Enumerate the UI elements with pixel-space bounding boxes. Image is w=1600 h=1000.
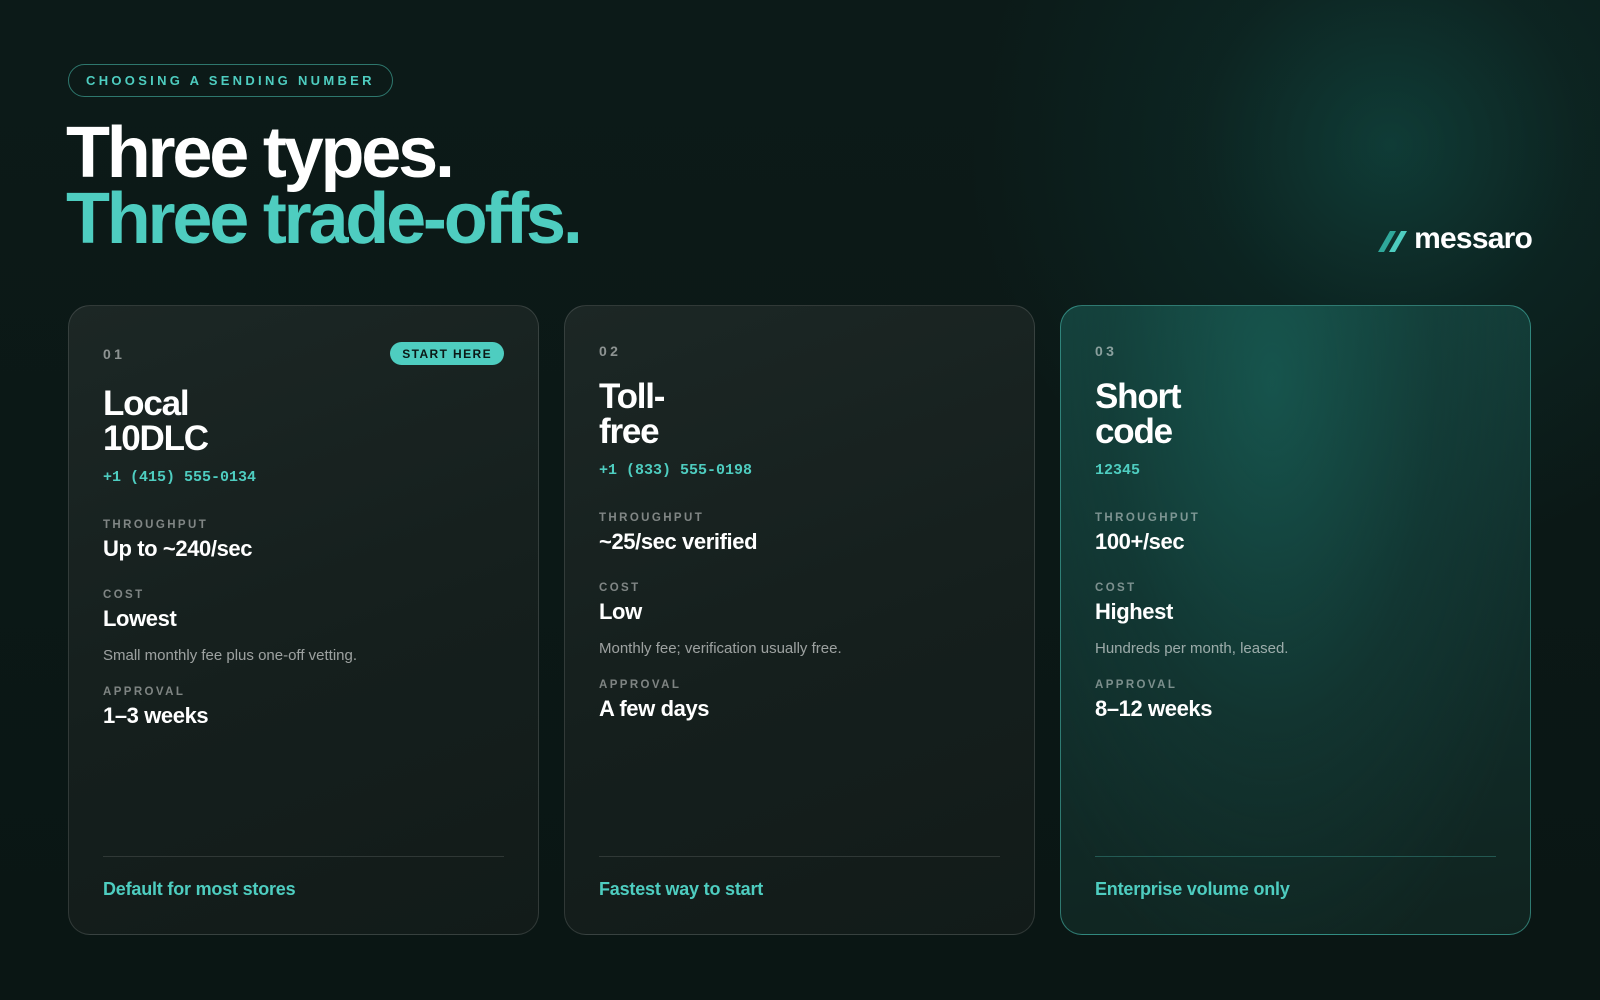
messaro-logo-icon <box>1378 231 1408 252</box>
approval-label: APPROVAL <box>1095 679 1178 691</box>
card-title-line-1: Local <box>103 384 190 423</box>
card-number: 01 <box>103 346 126 362</box>
card-number: 03 <box>1095 343 1118 359</box>
card-title-line-2: 10DLC <box>103 419 209 458</box>
brand-name: messaro <box>1414 222 1533 255</box>
approval-label: APPROVAL <box>103 686 186 698</box>
card-footer: Default for most stores <box>103 879 296 899</box>
card-divider <box>103 856 504 857</box>
cost-value: Lowest <box>103 606 177 631</box>
card-title-line-1: Toll- <box>599 377 665 416</box>
card-title-line-1: Short <box>1095 377 1182 416</box>
cost-note: Hundreds per month, leased. <box>1095 640 1289 657</box>
card-divider <box>599 856 1000 857</box>
throughput-label: THROUGHPUT <box>103 519 209 531</box>
card-footer: Enterprise volume only <box>1095 879 1290 899</box>
cost-note: Small monthly fee plus one-off vetting. <box>103 647 358 664</box>
card-phone-number: 12345 <box>1095 462 1141 479</box>
headline-line-1: Three types. <box>66 113 455 193</box>
throughput-value: ~25/sec verified <box>599 529 758 554</box>
card-title: Toll- free <box>599 377 665 451</box>
cost-value: Highest <box>1095 599 1173 624</box>
card-phone-number: +1 (833) 555-0198 <box>599 462 753 479</box>
card-number: 02 <box>599 343 622 359</box>
card-title: Local 10DLC <box>103 384 209 458</box>
card-short-code: 03 Short code 12345 THROUGHPUT 100+/sec … <box>1060 305 1531 935</box>
throughput-label: THROUGHPUT <box>1095 512 1201 524</box>
brand-logo: messaro <box>1378 222 1533 256</box>
card-title-line-2: free <box>599 412 660 451</box>
card-title-line-2: code <box>1095 412 1173 451</box>
approval-value: 1–3 weeks <box>103 703 209 728</box>
card-local-10dlc: 01 START HERE Local 10DLC +1 (415) 555-0… <box>68 305 539 935</box>
throughput-value: 100+/sec <box>1095 529 1185 554</box>
approval-value: 8–12 weeks <box>1095 696 1213 721</box>
approval-label: APPROVAL <box>599 679 682 691</box>
approval-value: A few days <box>599 696 710 721</box>
card-footer: Fastest way to start <box>599 879 764 899</box>
card-title: Short code <box>1095 377 1182 451</box>
section-eyebrow: CHOOSING A SENDING NUMBER <box>68 64 393 97</box>
start-here-badge: START HERE <box>390 342 504 365</box>
cost-label: COST <box>599 582 641 594</box>
cost-label: COST <box>1095 582 1137 594</box>
headline-line-2: Three trade-offs. <box>66 179 583 259</box>
card-toll-free: 02 Toll- free +1 (833) 555-0198 THROUGHP… <box>564 305 1035 935</box>
cost-value: Low <box>599 599 642 624</box>
throughput-value: Up to ~240/sec <box>103 536 253 561</box>
cost-label: COST <box>103 589 145 601</box>
page-headline: Three types. Three trade-offs. <box>66 113 583 259</box>
card-divider <box>1095 856 1496 857</box>
throughput-label: THROUGHPUT <box>599 512 705 524</box>
card-phone-number: +1 (415) 555-0134 <box>103 469 257 486</box>
cost-note: Monthly fee; verification usually free. <box>599 640 842 657</box>
number-type-cards: 01 START HERE Local 10DLC +1 (415) 555-0… <box>68 305 1532 935</box>
